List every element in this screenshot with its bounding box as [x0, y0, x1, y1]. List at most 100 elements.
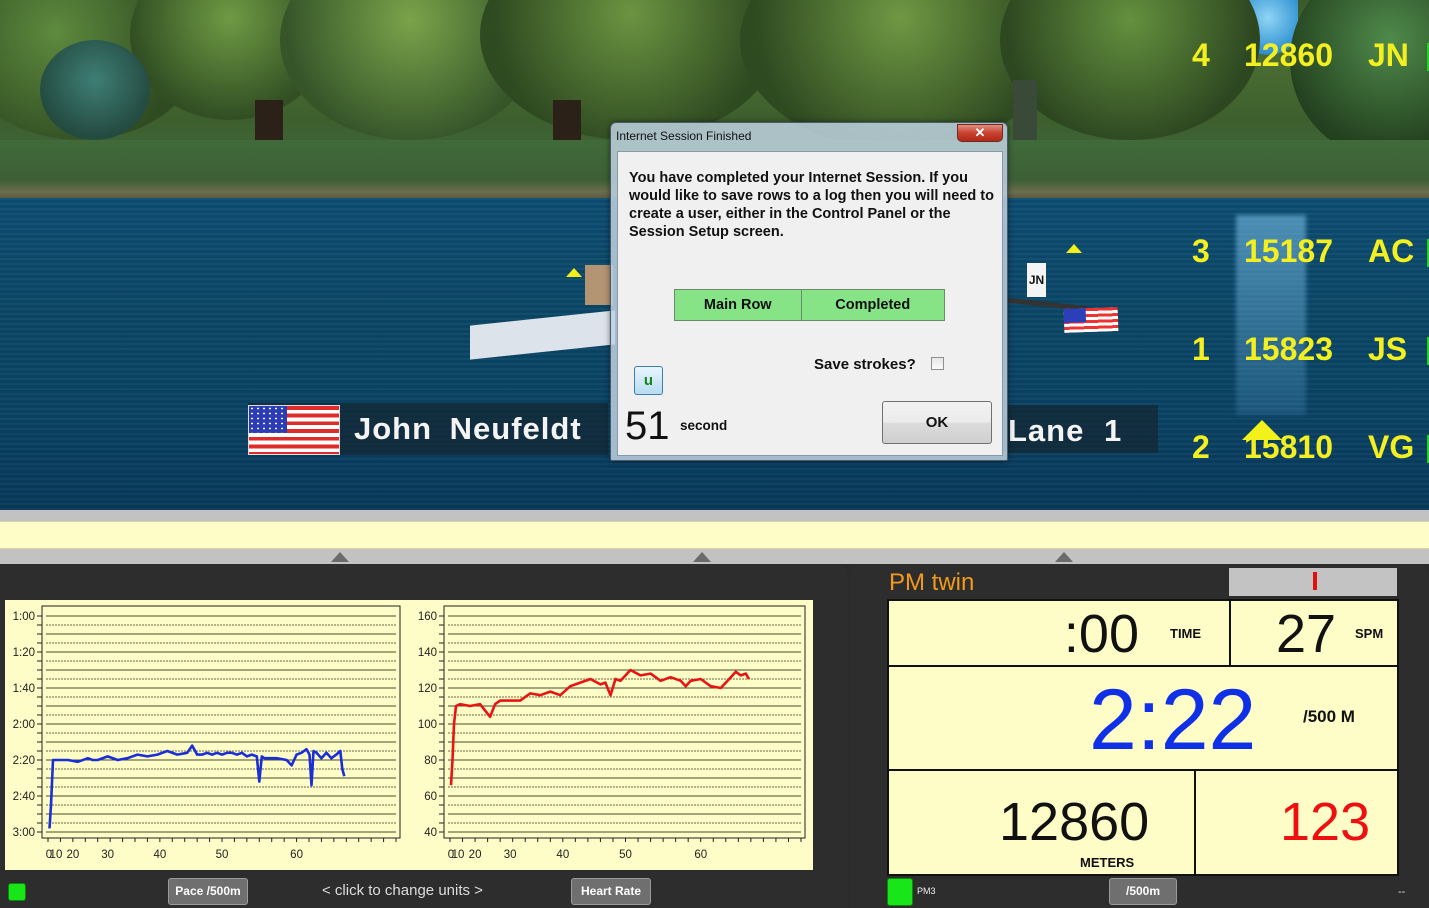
dialog-titlebar[interactable]: Internet Session Finished ✕ [611, 123, 1007, 149]
expand-arrow-icon[interactable] [693, 552, 711, 562]
x-tick-label: 20 [66, 849, 79, 861]
x-tick-label: 40 [153, 849, 166, 861]
rower-nameplate: John Neufeldt [248, 403, 608, 455]
pace-units-button[interactable]: Pace /500m [168, 878, 248, 905]
x-tick-label: 50 [216, 849, 229, 861]
tree-trunk [1013, 80, 1037, 140]
save-strokes-label: Save strokes? [814, 356, 916, 373]
standing-row: 4 12860 JN [1180, 37, 1429, 77]
expand-arrow-icon[interactable] [331, 552, 349, 562]
meters-value: 12860 [999, 792, 1150, 852]
pace-value: 2:22 [1089, 672, 1257, 768]
y-tick-label: 160 [418, 611, 437, 623]
lane-label: Lane 1 [1008, 413, 1123, 448]
standing-row: 3 15187 AC [1180, 233, 1429, 273]
u-button[interactable]: u [634, 366, 663, 395]
standing-initials: JN [1368, 37, 1409, 73]
standings-list: 4 12860 JN 3 15187 AC 1 15823 JS 2 15810… [1180, 0, 1429, 480]
expand-arrow-icon[interactable] [1055, 552, 1073, 562]
heart-rate-units-button[interactable]: Heart Rate [571, 878, 651, 905]
time-value: :00 [1063, 604, 1139, 664]
heart-rate-value: 123 [1280, 792, 1371, 852]
heart-rate-chart[interactable]: 40 60 80 100 120 140 160 0 10 20 30 40 50 60 [408, 600, 813, 870]
splitter-bar[interactable] [0, 510, 1429, 521]
plot-frame [443, 605, 806, 839]
boat-flag-icon [1063, 307, 1119, 333]
tree [480, 0, 780, 140]
x-tick-label: 60 [694, 849, 707, 861]
ok-button[interactable]: OK [882, 401, 992, 444]
y-tick-label: 1:40 [13, 683, 35, 695]
status-led-icon [8, 883, 26, 901]
change-units-link[interactable]: < click to change units > [322, 882, 483, 899]
meters-unit: METERS [1080, 855, 1135, 870]
y-tick-label: 100 [418, 719, 437, 731]
standing-meters: 12860 [1244, 37, 1333, 73]
pm-units-button[interactable]: /500m [1109, 878, 1177, 905]
standing-meters: 15823 [1244, 331, 1333, 367]
standing-place: 1 [1192, 331, 1210, 367]
save-strokes-checkbox[interactable] [931, 357, 944, 370]
y-tick-label: 60 [424, 791, 437, 803]
rowing-app-window: JN John Neufeldt Lane 1 4 12860 JN 3 151… [0, 0, 1429, 908]
y-tick-label: 140 [418, 647, 437, 659]
rower-figure [585, 265, 613, 305]
countdown-unit: second [680, 418, 728, 433]
close-button[interactable]: ✕ [957, 124, 1003, 142]
rower-name: John Neufeldt [354, 411, 582, 446]
time-cell: :00 TIME [887, 599, 1231, 667]
heart-rate-cell: 123 [1194, 769, 1399, 876]
message-strip [0, 521, 1429, 549]
y-tick-label: 120 [418, 683, 437, 695]
y-tick-label: 1:20 [13, 647, 35, 659]
x-tick-label: 50 [619, 849, 632, 861]
y-tick-label: 40 [424, 827, 437, 839]
session-status-table: Main Row Completed [674, 289, 945, 321]
x-tick-label: 60 [290, 849, 303, 861]
tree [40, 40, 150, 140]
standing-initials: AC [1368, 233, 1415, 269]
y-tick-label: 2:40 [13, 791, 35, 803]
y-tick-label: 2:20 [13, 755, 35, 767]
standing-initials: VG [1368, 429, 1415, 465]
pm-title: PM twin [889, 569, 975, 596]
spm-cell: 27 SPM [1229, 599, 1399, 667]
meters-cell: 12860 METERS [887, 769, 1196, 876]
spm-unit: SPM [1355, 626, 1384, 641]
x-tick-label: 30 [504, 849, 517, 861]
position-marker-icon [1066, 244, 1082, 253]
dialog-title: Internet Session Finished [616, 129, 752, 143]
tree-trunk [553, 100, 581, 145]
x-tick-label: 10 [50, 849, 63, 861]
spm-value: 27 [1276, 604, 1337, 664]
pm-connection-led-icon [887, 878, 913, 906]
y-tick-label: 1:00 [13, 611, 35, 623]
pace-unit: /500 M [1303, 707, 1355, 726]
splitter-bar[interactable] [0, 549, 1429, 564]
y-tick-label: 3:00 [13, 827, 35, 839]
position-marker-icon [566, 268, 582, 277]
standing-place: 2 [1192, 429, 1210, 465]
usa-flag-icon [248, 405, 340, 455]
position-marker-icon [1242, 420, 1282, 440]
x-tick-label: 40 [556, 849, 569, 861]
force-indicator-bar [1229, 568, 1397, 596]
x-tick-label: 20 [469, 849, 482, 861]
dialog-message: You have completed your Internet Session… [629, 170, 994, 240]
y-tick-label: 2:00 [13, 719, 35, 731]
tree-trunk [255, 100, 283, 145]
session-finished-dialog: Internet Session Finished ✕ You have com… [610, 122, 1008, 461]
standing-meters: 15187 [1244, 233, 1333, 269]
session-status-cell: Completed [801, 290, 944, 320]
pm-model-label: PM3 [917, 886, 936, 896]
close-icon: ✕ [974, 125, 986, 140]
time-unit: TIME [1170, 626, 1202, 641]
pace-chart-svg: 1:001:201:402:002:202:403:00010 20 30 40 50 6… [13, 605, 401, 861]
dialog-body: You have completed your Internet Session… [617, 151, 1003, 456]
force-marker [1313, 572, 1317, 590]
plot-frame [41, 605, 401, 839]
standing-row: 1 15823 JS [1180, 331, 1429, 371]
pace-cell: 2:22 /500 M [887, 665, 1399, 771]
pace-chart[interactable]: 1:00 1:20 1:40 2:00 2:20 2:40 3:00 0 10 20 30 40 50 6… [5, 600, 408, 870]
x-tick-label: 30 [101, 849, 114, 861]
